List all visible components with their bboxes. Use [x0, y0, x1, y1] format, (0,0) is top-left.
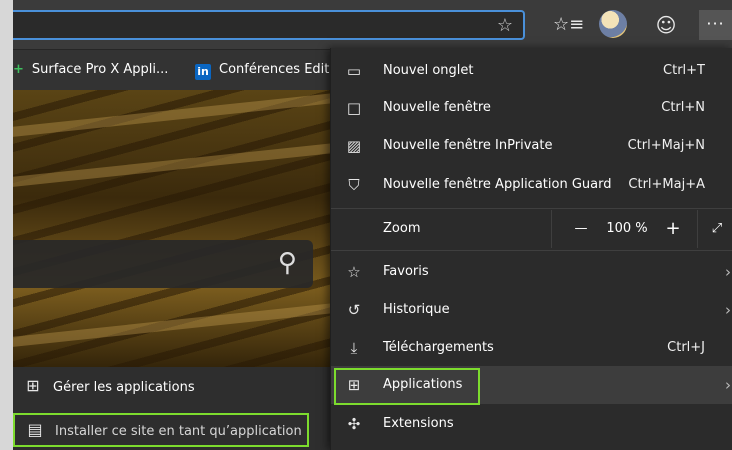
chevron-right-icon: ›: [725, 376, 731, 394]
search-icon[interactable]: ⚲: [278, 248, 297, 278]
zoom-out-button[interactable]: —: [563, 210, 599, 248]
menu-item-shortcut: Ctrl+Maj+A: [628, 177, 705, 192]
apps-submenu: ⊞ Gérer les applications ▤ Installer ce si…: [13, 367, 330, 450]
bookmark-label: Conférences Editi: [219, 62, 333, 77]
menu-item-label: Extensions: [383, 416, 454, 431]
manage-apps-label: Gérer les applications: [53, 380, 195, 395]
menu-item-label: Historique: [383, 302, 450, 317]
menu-item-shortcut: Ctrl+N: [661, 100, 705, 115]
zoom-in-button[interactable]: +: [655, 210, 691, 248]
menu-item-label: Favoris: [383, 264, 429, 279]
download-icon: ⤓: [350, 339, 358, 357]
browser-toolbar: ☆ ☆≡ ☺ ···: [13, 0, 732, 49]
menu-item-shortcut: Ctrl+J: [667, 340, 705, 355]
settings-more-button[interactable]: ···: [699, 10, 732, 40]
menu-divider: [331, 250, 732, 251]
menu-item-label: Applications: [383, 377, 463, 392]
favorites-icon: ☆: [347, 263, 361, 281]
zoom-divider: [551, 210, 552, 248]
menu-item-zoom: Zoom — 100 % + ⤢: [331, 210, 732, 248]
search-box[interactable]: ⚲: [13, 240, 313, 288]
beam-decoration: [13, 301, 330, 349]
left-window-edge: [0, 0, 13, 450]
beam-decoration: [13, 141, 330, 189]
menu-item-shortcut: Ctrl+Maj+N: [627, 138, 705, 153]
fullscreen-icon[interactable]: ⤢: [701, 210, 732, 248]
menu-item-shortcut: Ctrl+T: [663, 63, 705, 78]
install-site-as-app-item[interactable]: ▤ Installer ce site en tant qu’applicatio…: [13, 413, 309, 447]
inprivate-window-icon: ▨: [346, 137, 362, 155]
bookmark-surface[interactable]: + Surface Pro X Appli...: [13, 62, 168, 77]
manage-apps-item[interactable]: ⊞ Gérer les applications: [13, 367, 330, 405]
menu-item-label: Téléchargements: [383, 340, 494, 355]
new-window-icon: □: [346, 99, 362, 117]
settings-menu: ▭ Nouvel onglet Ctrl+T □ Nouvelle fenêtr…: [330, 48, 732, 450]
zoom-label: Zoom: [383, 221, 421, 236]
menu-item-new-application-guard[interactable]: ⛉ Nouvelle fenêtre Application Guard Ctr…: [331, 166, 732, 204]
feedback-smiley-icon[interactable]: ☺: [653, 12, 679, 38]
menu-item-applications[interactable]: ⊞ Applications ›: [331, 366, 732, 405]
bookmark-linkedin[interactable]: in Conférences Editi: [195, 62, 333, 80]
menu-item-new-inprivate[interactable]: ▨ Nouvelle fenêtre InPrivate Ctrl+Maj+N: [331, 127, 732, 165]
install-app-icon: ▤: [27, 420, 43, 439]
menu-item-new-window[interactable]: □ Nouvelle fenêtre Ctrl+N: [331, 89, 732, 127]
history-icon: ↺: [347, 301, 361, 319]
menu-item-downloads[interactable]: ⤓ Téléchargements Ctrl+J: [331, 329, 732, 367]
menu-item-label: Nouvelle fenêtre Application Guard: [383, 177, 612, 192]
profile-avatar[interactable]: [599, 10, 627, 38]
menu-item-label: Nouvel onglet: [383, 63, 474, 78]
bookmark-label: Surface Pro X Appli...: [31, 62, 169, 77]
apps-grid-icon: ⊞: [26, 376, 40, 395]
menu-item-extensions[interactable]: ✣ Extensions: [331, 405, 732, 443]
menu-item-new-tab[interactable]: ▭ Nouvel onglet Ctrl+T: [331, 52, 732, 90]
install-site-label: Installer ce site en tant qu’application: [55, 424, 302, 439]
linkedin-icon: in: [195, 64, 211, 80]
extensions-puzzle-icon: ✣: [347, 415, 361, 433]
application-guard-icon: ⛉: [348, 176, 360, 194]
zoom-divider: [697, 210, 698, 248]
menu-item-history[interactable]: ↺ Historique ›: [331, 291, 732, 329]
menu-divider: [331, 208, 732, 209]
apps-grid-icon: ⊞: [347, 376, 361, 394]
menu-item-label: Nouvelle fenêtre InPrivate: [383, 138, 553, 153]
add-favorite-star-icon[interactable]: ☆: [497, 15, 513, 36]
zoom-level-value: 100 %: [606, 221, 648, 236]
favorites-list-icon[interactable]: ☆≡: [553, 12, 584, 38]
menu-item-label: Nouvelle fenêtre: [383, 100, 491, 115]
beam-decoration: [13, 91, 330, 139]
surface-bookmark-icon: +: [13, 62, 24, 77]
chevron-right-icon: ›: [725, 301, 731, 319]
chevron-right-icon: ›: [725, 263, 731, 281]
new-tab-icon: ▭: [346, 62, 362, 80]
address-bar[interactable]: ☆: [13, 10, 525, 40]
menu-item-favorites[interactable]: ☆ Favoris ›: [331, 253, 732, 291]
